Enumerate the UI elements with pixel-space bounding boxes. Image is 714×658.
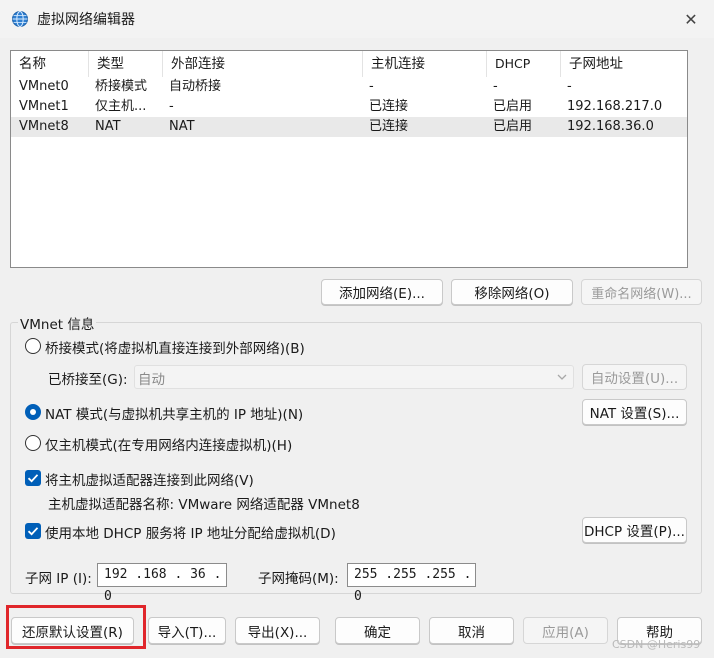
subnet-mask-field[interactable]: 255 .255 .255 . 0 xyxy=(347,563,476,604)
bridged-to-value: 自动 xyxy=(138,372,165,388)
cell-type: NAT xyxy=(95,119,121,134)
column-header-dhcp[interactable]: DHCP xyxy=(487,51,561,77)
checkmark-icon xyxy=(27,474,39,483)
nat-mode-radio[interactable] xyxy=(25,404,41,420)
cell-type: 桥接模式 xyxy=(95,79,148,94)
nat-settings-button[interactable]: NAT 设置(S)... xyxy=(582,399,687,425)
cancel-button[interactable]: 取消 xyxy=(429,617,514,644)
remove-network-button[interactable]: 移除网络(O) xyxy=(451,279,573,305)
cell-host: - xyxy=(369,79,374,94)
close-icon: ✕ xyxy=(684,9,698,29)
cell-dhcp: 已启用 xyxy=(493,99,533,114)
vmnet-info-group xyxy=(10,322,702,594)
cell-external: 自动桥接 xyxy=(169,79,222,94)
column-header-name[interactable]: 名称 xyxy=(11,51,89,77)
cell-external: - xyxy=(169,99,174,114)
ok-button[interactable]: 确定 xyxy=(335,617,420,644)
network-globe-icon xyxy=(12,11,28,27)
dhcp-settings-button[interactable]: DHCP 设置(P)... xyxy=(582,517,687,543)
cell-host: 已连接 xyxy=(369,119,409,134)
auto-settings-button[interactable]: 自动设置(U)... xyxy=(582,364,687,390)
table-row[interactable]: VMnet1 仅主机... - 已连接 已启用 192.168.217.0 xyxy=(11,97,687,117)
window-title: 虚拟网络编辑器 xyxy=(37,12,135,28)
connect-adapter-label[interactable]: 将主机虚拟适配器连接到此网络(V) xyxy=(45,469,254,489)
nat-mode-label[interactable]: NAT 模式(与虚拟机共享主机的 IP 地址)(N) xyxy=(45,403,303,423)
table-row[interactable]: VMnet0 桥接模式 自动桥接 - - - xyxy=(11,77,687,97)
cell-host: 已连接 xyxy=(369,99,409,114)
checkmark-icon xyxy=(27,527,39,536)
bridged-to-select[interactable] xyxy=(134,365,574,389)
cell-subnet: - xyxy=(567,79,572,94)
dhcp-label[interactable]: 使用本地 DHCP 服务将 IP 地址分配给虚拟机(D) xyxy=(45,522,336,542)
rename-network-button[interactable]: 重命名网络(W)... xyxy=(581,279,702,305)
host-only-mode-label[interactable]: 仅主机模式(在专用网络内连接虚拟机)(H) xyxy=(45,434,292,454)
import-button[interactable]: 导入(T)... xyxy=(148,617,226,644)
close-button[interactable]: ✕ xyxy=(672,6,710,32)
column-header-type[interactable]: 类型 xyxy=(89,51,163,77)
cell-dhcp: - xyxy=(493,79,498,94)
cell-subnet: 192.168.217.0 xyxy=(567,99,663,114)
table-row-selected[interactable]: VMnet8 NAT NAT 已连接 已启用 192.168.36.0 xyxy=(11,117,687,137)
subnet-ip-field[interactable]: 192 .168 . 36 . 0 xyxy=(97,563,227,604)
cell-name: VMnet1 xyxy=(19,99,69,114)
cell-name: VMnet8 xyxy=(19,119,69,134)
cell-subnet: 192.168.36.0 xyxy=(567,119,654,134)
list-header: 名称 类型 外部连接 主机连接 DHCP 子网地址 xyxy=(11,51,687,77)
bridged-mode-radio[interactable] xyxy=(25,338,41,354)
connect-adapter-checkbox[interactable] xyxy=(25,470,41,486)
column-header-external[interactable]: 外部连接 xyxy=(163,51,363,77)
cell-type: 仅主机... xyxy=(95,99,147,114)
watermark: CSDN @Heris99 xyxy=(612,638,701,651)
highlight-box xyxy=(6,605,146,649)
column-header-host[interactable]: 主机连接 xyxy=(363,51,487,77)
chevron-down-icon xyxy=(557,374,567,380)
bridged-mode-label[interactable]: 桥接模式(将虚拟机直接连接到外部网络)(B) xyxy=(45,337,305,357)
vmnet-info-legend: VMnet 信息 xyxy=(18,313,97,333)
network-list[interactable]: 名称 类型 外部连接 主机连接 DHCP 子网地址 VMnet0 桥接模式 自动… xyxy=(10,50,688,268)
add-network-button[interactable]: 添加网络(E)... xyxy=(321,279,443,305)
apply-button[interactable]: 应用(A) xyxy=(523,617,608,644)
bridged-to-label: 已桥接至(G): xyxy=(48,372,128,388)
cell-dhcp: 已启用 xyxy=(493,119,533,134)
cell-external: NAT xyxy=(169,119,195,134)
column-header-subnet[interactable]: 子网地址 xyxy=(561,51,687,77)
export-button[interactable]: 导出(X)... xyxy=(235,617,320,644)
adapter-name-text: 主机虚拟适配器名称: VMware 网络适配器 VMnet8 xyxy=(48,497,360,513)
host-only-mode-radio[interactable] xyxy=(25,435,41,451)
subnet-mask-label: 子网掩码(M): xyxy=(258,571,339,587)
subnet-ip-label: 子网 IP (I): xyxy=(25,571,92,587)
dhcp-checkbox[interactable] xyxy=(25,523,41,539)
cell-name: VMnet0 xyxy=(19,79,69,94)
